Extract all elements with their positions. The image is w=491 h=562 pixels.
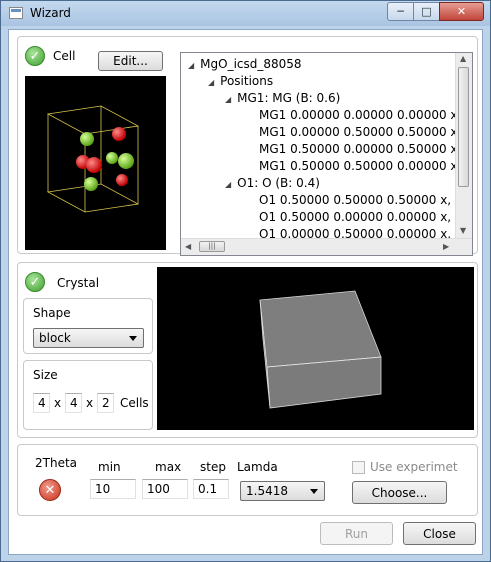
scroll-left-icon[interactable]: ◀ (185, 242, 191, 251)
size-x-input[interactable]: 4 (33, 393, 50, 413)
scroll-up-icon[interactable]: ▲ (460, 54, 466, 63)
crystal-3d-view[interactable] (157, 267, 474, 430)
horizontal-scroll-thumb[interactable]: ||| (199, 241, 225, 252)
tree-horizontal-scrollbar[interactable]: ◀ ||| ▶ (181, 238, 472, 255)
crystal-block-model (259, 290, 382, 409)
minimize-icon[interactable]: ─ (387, 2, 414, 21)
tree-o-group[interactable]: ◢ O1: O (B: 0.4) (225, 176, 320, 190)
size-z-input[interactable]: 2 (97, 393, 114, 413)
mg-atom (116, 174, 128, 186)
size-separator: x (54, 396, 62, 410)
edit-cell-button[interactable]: Edit... (98, 51, 163, 71)
cell-group: ✓ Cell Edit... ◢ MgO_icsd_88058 ◢ Positi… (17, 36, 478, 256)
window-title: Wizard (30, 6, 71, 20)
o-atom (84, 177, 98, 191)
size-label: Size (33, 368, 58, 382)
size-separator: x (86, 396, 94, 410)
o-atom (80, 132, 94, 146)
mg-atom (86, 157, 102, 173)
check-icon: ✓ (25, 46, 45, 66)
tree-vertical-scrollbar[interactable]: ▲ ▼ (455, 53, 472, 239)
chevron-down-icon (129, 336, 137, 341)
tree-mg-row[interactable]: MG1 0.00000 0.50000 0.50000 x, y, z + 1/… (259, 125, 472, 139)
scroll-down-icon[interactable]: ▼ (460, 226, 466, 235)
size-y-input[interactable]: 4 (65, 393, 82, 413)
shape-label: Shape (33, 306, 71, 320)
expand-arrow-icon[interactable]: ◢ (225, 95, 231, 104)
cell-3d-view[interactable] (25, 76, 166, 250)
maximize-icon[interactable]: □ (413, 2, 440, 21)
theta-label: 2Theta (35, 456, 78, 470)
tree-mg-group[interactable]: ◢ MG1: MG (B: 0.6) (225, 91, 340, 105)
scroll-right-icon[interactable]: ▶ (443, 242, 449, 251)
shape-group: Shape block (23, 298, 153, 354)
close-button[interactable]: Close (403, 522, 476, 545)
crystal-top-face (259, 290, 382, 368)
error-icon: ✕ (39, 479, 61, 501)
tree-positions[interactable]: ◢ Positions (208, 74, 273, 88)
theta-group: 2Theta ✕ min max step Lamda 10 100 0.1 1… (17, 444, 478, 516)
expand-arrow-icon[interactable]: ◢ (225, 180, 231, 189)
min-label: min (98, 460, 121, 474)
use-experiment-label[interactable]: Use experimet (370, 460, 458, 474)
close-icon[interactable]: ✕ (439, 2, 484, 21)
shape-select[interactable]: block (33, 328, 144, 348)
run-button[interactable]: Run (320, 522, 393, 545)
step-input[interactable]: 0.1 (193, 479, 229, 499)
window-icon (9, 7, 23, 19)
size-group: Size 4 x 4 x 2 Cells (23, 360, 153, 430)
max-label: max (155, 460, 182, 474)
cell-label: Cell (53, 49, 76, 63)
step-label: step (200, 460, 226, 474)
tree-mg-row[interactable]: MG1 0.50000 0.00000 0.50000 x, y, z + 1/… (259, 142, 472, 156)
wizard-window: Wizard ─ □ ✕ ✓ Cell Edit... ◢ MgO_icsd_8… (0, 0, 491, 562)
size-unit: Cells (120, 396, 149, 410)
check-icon: ✓ (25, 272, 45, 292)
tree-mg-row[interactable]: MG1 0.00000 0.00000 0.00000 x, y, z | -x (259, 108, 472, 122)
title-bar[interactable]: Wizard ─ □ ✕ (1, 1, 490, 26)
tree-o-row[interactable]: O1 0.50000 0.00000 0.00000 x, y, z + 1/2 (259, 210, 472, 224)
chevron-down-icon (310, 489, 318, 494)
vertical-scroll-thumb[interactable] (458, 67, 469, 187)
mg-atom (112, 127, 126, 141)
max-input[interactable]: 100 (142, 479, 188, 499)
expand-arrow-icon[interactable]: ◢ (208, 78, 214, 87)
o-atom (106, 152, 118, 164)
use-experiment-checkbox[interactable] (352, 461, 365, 474)
expand-arrow-icon[interactable]: ◢ (188, 61, 194, 70)
min-input[interactable]: 10 (90, 479, 136, 499)
unit-cell-model (46, 105, 140, 213)
choose-button[interactable]: Choose... (352, 481, 447, 504)
lambda-label: Lamda (237, 460, 278, 474)
tree-o-row[interactable]: O1 0.50000 0.50000 0.50000 x, y, z | -x (259, 193, 472, 207)
wizard-content: ✓ Cell Edit... ◢ MgO_icsd_88058 ◢ Positi… (8, 29, 483, 555)
tree-mg-row[interactable]: MG1 0.50000 0.50000 0.00000 x, y, z + 1/… (259, 159, 472, 173)
lambda-select[interactable]: 1.5418 (240, 481, 325, 501)
crystal-label: Crystal (57, 276, 100, 290)
tree-root[interactable]: ◢ MgO_icsd_88058 (188, 57, 302, 71)
crystal-group: ✓ Crystal Shape block Size 4 x 4 x 2 Cel… (17, 262, 478, 438)
positions-tree[interactable]: ◢ MgO_icsd_88058 ◢ Positions ◢ MG1: MG (B: … (180, 52, 473, 256)
o-atom (118, 153, 134, 169)
